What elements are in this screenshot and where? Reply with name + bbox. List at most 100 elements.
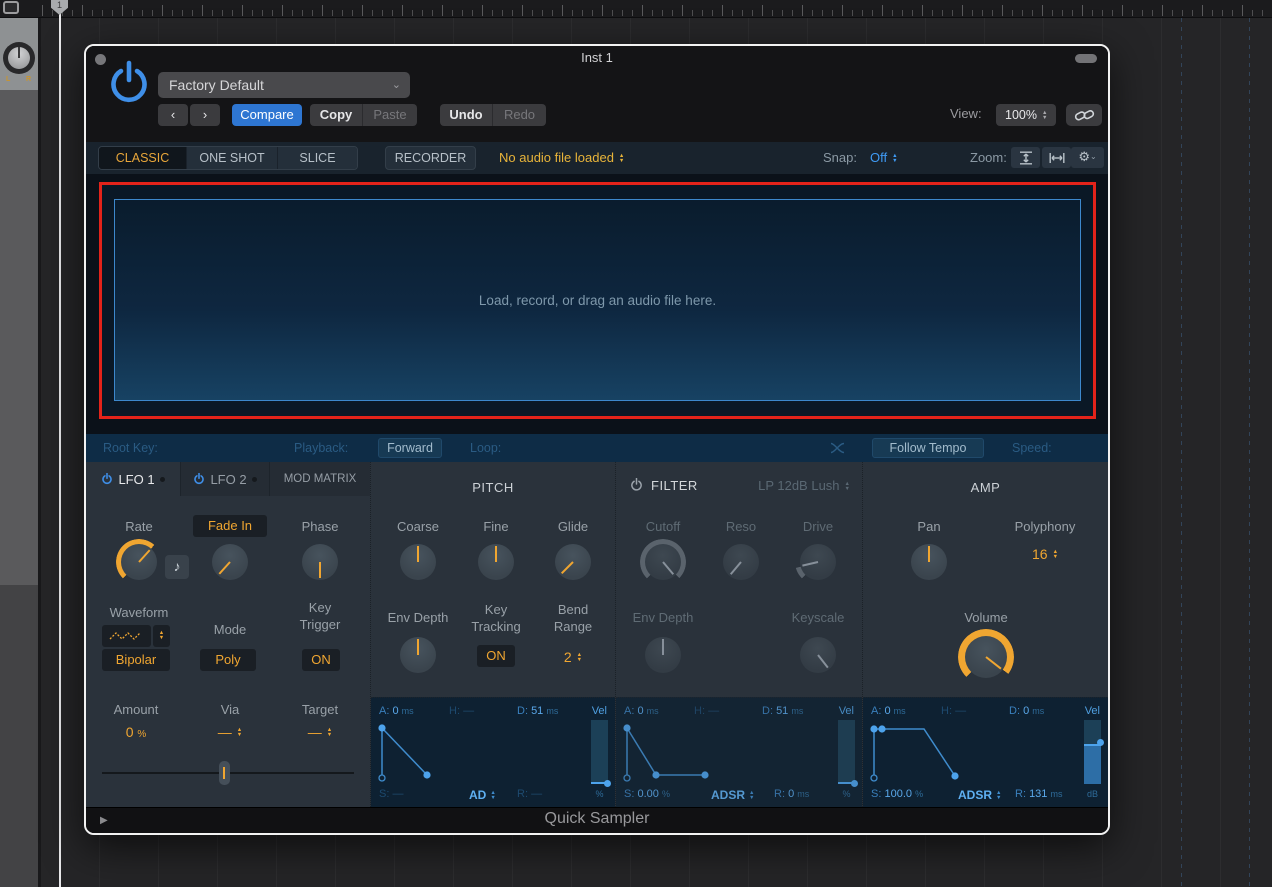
filter-section: FILTER LP 12dB Lush Cutoff Reso Drive bbox=[615, 462, 862, 807]
vertical-zoom-icon bbox=[1018, 151, 1034, 165]
envelope-mode-selector[interactable]: ADSR bbox=[958, 788, 1001, 802]
audio-file-selector[interactable]: No audio file loaded bbox=[499, 142, 624, 174]
lfo-fade-knob[interactable] bbox=[207, 539, 253, 585]
compare-button[interactable]: Compare bbox=[232, 104, 302, 126]
action-menu-button[interactable]: ⚙⌄ bbox=[1071, 147, 1104, 168]
next-preset-button[interactable]: › bbox=[190, 104, 220, 126]
pan-knob[interactable] bbox=[906, 539, 952, 585]
filter-env-depth-knob[interactable] bbox=[640, 632, 686, 678]
tab-mod-matrix[interactable]: MOD MATRIX bbox=[270, 462, 370, 496]
amount-value[interactable]: 0 % bbox=[96, 724, 176, 740]
horizontal-zoom-button[interactable] bbox=[1042, 147, 1071, 168]
lfo-rate-knob[interactable] bbox=[116, 539, 162, 585]
keyscale-knob[interactable] bbox=[795, 632, 841, 678]
window-resize-pill[interactable] bbox=[1075, 54, 1097, 63]
tab-slice[interactable]: SLICE bbox=[277, 147, 357, 169]
prev-preset-button[interactable]: ‹ bbox=[158, 104, 188, 126]
chevron-down-icon: ⌄ bbox=[1090, 152, 1097, 161]
pitch-envelope-curve[interactable] bbox=[375, 718, 565, 786]
volume-knob[interactable] bbox=[958, 629, 1014, 685]
tab-classic[interactable]: CLASSIC bbox=[99, 147, 186, 169]
stepper-arrows-icon bbox=[996, 791, 1001, 801]
redo-button[interactable]: Redo bbox=[492, 104, 546, 126]
copy-button[interactable]: Copy bbox=[310, 104, 362, 126]
key-trigger-button[interactable]: ON bbox=[302, 649, 340, 671]
undo-button[interactable]: Undo bbox=[440, 104, 492, 126]
tab-lfo1[interactable]: LFO 1 bbox=[86, 462, 180, 496]
tab-one-shot[interactable]: ONE SHOT bbox=[186, 147, 277, 169]
stepper-arrows-icon bbox=[619, 154, 624, 164]
filter-envelope-curve[interactable] bbox=[620, 718, 810, 786]
amp-envelope-curve[interactable] bbox=[867, 718, 1057, 786]
fade-mode-button[interactable]: Fade In bbox=[193, 515, 267, 537]
glide-knob[interactable] bbox=[550, 539, 596, 585]
preset-dropdown[interactable]: Factory Default ⌄ bbox=[158, 72, 410, 98]
filter-vel-meter[interactable] bbox=[838, 720, 855, 784]
hold-label: H: bbox=[694, 705, 705, 717]
stepper-arrows-icon bbox=[749, 791, 754, 801]
view-zoom-stepper[interactable]: 100% bbox=[996, 104, 1056, 126]
target-selector[interactable]: — bbox=[280, 724, 360, 740]
lfo-waveform-selector[interactable] bbox=[102, 625, 170, 647]
vertical-zoom-button[interactable] bbox=[1011, 147, 1040, 168]
gear-icon: ⚙ bbox=[1078, 149, 1090, 164]
link-button[interactable] bbox=[1066, 104, 1102, 126]
coarse-knob[interactable] bbox=[395, 539, 441, 585]
playback-direction-button[interactable]: Forward bbox=[378, 438, 442, 458]
envelope-mode-selector[interactable]: ADSR bbox=[711, 788, 754, 802]
decay-label: D: bbox=[1009, 705, 1020, 717]
corner-tool-icon[interactable] bbox=[3, 1, 19, 14]
reso-knob[interactable] bbox=[718, 539, 764, 585]
amp-envelope[interactable]: A: 0 ms H: — D: 0 ms Vel bbox=[863, 697, 1108, 807]
bend-range-selector[interactable]: 2 bbox=[533, 649, 613, 665]
lfo-amount-slider-handle[interactable] bbox=[219, 761, 230, 785]
audio-drop-zone[interactable]: Load, record, or drag an audio file here… bbox=[114, 199, 1081, 401]
track-header[interactable]: L R bbox=[0, 18, 38, 90]
pitch-env-depth-knob[interactable] bbox=[395, 632, 441, 678]
envelope-mode-selector[interactable]: AD bbox=[469, 788, 496, 802]
note-sync-button[interactable]: ♪ bbox=[165, 555, 189, 579]
filter-title: FILTER bbox=[651, 478, 698, 493]
lfo-phase-knob[interactable] bbox=[297, 539, 343, 585]
snap-selector[interactable]: Off bbox=[870, 142, 898, 174]
track-pan-knob[interactable] bbox=[3, 42, 35, 74]
paste-button[interactable]: Paste bbox=[362, 104, 417, 126]
key-tracking-label-1: Key bbox=[456, 602, 536, 617]
pitch-envelope[interactable]: A: 0 ms H: — D: 51 ms Vel bbox=[371, 697, 615, 807]
key-tracking-button[interactable]: ON bbox=[477, 645, 515, 667]
mode-button[interactable]: Poly bbox=[200, 649, 256, 671]
zoom-label: Zoom: bbox=[970, 142, 1007, 174]
fine-knob[interactable] bbox=[473, 539, 519, 585]
stepper-arrows-icon bbox=[1042, 111, 1047, 121]
follow-tempo-button[interactable]: Follow Tempo bbox=[872, 438, 984, 458]
stepper-arrows-icon bbox=[892, 154, 897, 164]
via-selector[interactable]: — bbox=[190, 724, 270, 740]
power-icon bbox=[101, 473, 113, 486]
synth-panel: LFO 1 LFO 2 MOD MATRIX Rate Fade In Phas bbox=[86, 462, 1108, 807]
track-lane bbox=[0, 90, 38, 585]
vel-label: Vel bbox=[1085, 705, 1100, 717]
playhead-line[interactable] bbox=[59, 0, 61, 887]
amp-vel-meter[interactable] bbox=[1084, 720, 1101, 784]
filter-envelope[interactable]: A: 0 ms H: — D: 51 ms Vel bbox=[616, 697, 862, 807]
tab-lfo2[interactable]: LFO 2 bbox=[180, 462, 270, 496]
timeline-ruler[interactable] bbox=[0, 0, 1272, 18]
pitch-vel-meter[interactable] bbox=[591, 720, 608, 784]
drive-knob[interactable] bbox=[795, 539, 841, 585]
amount-label: Amount bbox=[96, 702, 176, 717]
filter-power-icon[interactable] bbox=[630, 478, 643, 493]
decay-label: D: bbox=[762, 705, 773, 717]
lfo1-led bbox=[160, 477, 165, 482]
drive-label: Drive bbox=[778, 519, 858, 534]
cutoff-label: Cutoff bbox=[623, 519, 703, 534]
plugin-power-icon[interactable] bbox=[108, 60, 150, 110]
cutoff-knob[interactable] bbox=[640, 539, 686, 585]
root-key-label: Root Key: bbox=[103, 434, 158, 462]
filter-type-selector[interactable]: LP 12dB Lush bbox=[758, 478, 850, 493]
crossfade-icon[interactable] bbox=[830, 442, 845, 454]
polyphony-selector[interactable]: 16 bbox=[1005, 546, 1085, 562]
track-lane-lower bbox=[0, 585, 38, 887]
polarity-button[interactable]: Bipolar bbox=[102, 649, 170, 671]
copy-paste-group: Copy Paste bbox=[310, 104, 417, 126]
tab-recorder[interactable]: RECORDER bbox=[385, 146, 476, 170]
